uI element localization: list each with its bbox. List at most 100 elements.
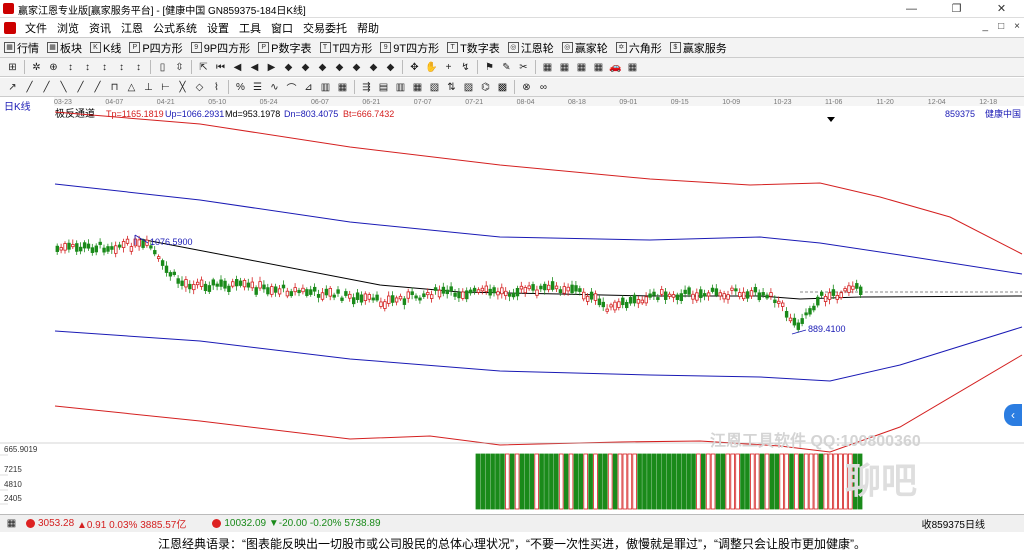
menu-browse[interactable]: 浏览 <box>52 20 84 36</box>
draw-tool-8-icon[interactable]: ⊥ <box>142 81 155 94</box>
draw-tool-21-icon[interactable]: ▤ <box>377 81 390 94</box>
draw-tool-28-icon[interactable]: ▩ <box>496 81 509 94</box>
maximize-button[interactable]: ❐ <box>934 0 979 17</box>
chart-tool-27-icon[interactable]: ✎ <box>500 61 513 74</box>
market-index-1[interactable]: 3053.28 ▲0.91 0.03% 3885.57亿 <box>23 516 189 531</box>
menu-tools[interactable]: 工具 <box>234 20 266 36</box>
chart-tool-21-icon[interactable]: ◆ <box>384 61 397 74</box>
draw-tool-27-icon[interactable]: ⌬ <box>479 81 492 94</box>
chart-tool-7-icon[interactable]: ↕ <box>132 61 145 74</box>
market-index-2[interactable]: 10032.09 ▼-20.00 -0.20% 5738.89 <box>209 518 383 529</box>
chart-tool-31-icon[interactable]: ▦ <box>575 61 588 74</box>
toolbar-9p-square-button[interactable]: 9 9P四方形 <box>187 40 254 56</box>
chart-tool-4-icon[interactable]: ↕ <box>81 61 94 74</box>
draw-tool-30-icon[interactable]: ∞ <box>537 81 550 94</box>
toolbar-t-square-button[interactable]: T T四方形 <box>316 40 377 56</box>
chart-tool-23-icon[interactable]: ✋ <box>425 61 438 74</box>
toolbar-kline-button[interactable]: K K线 <box>86 40 125 56</box>
chart-tool-34-icon[interactable]: ▦ <box>626 61 639 74</box>
chart-tool-11-icon[interactable]: ⏮ <box>214 61 227 74</box>
draw-tool-23-icon[interactable]: ▦ <box>411 81 424 94</box>
chart-tool-6-icon[interactable]: ↕ <box>115 61 128 74</box>
menu-window[interactable]: 窗口 <box>266 20 298 36</box>
chart-tool-25-icon[interactable]: ↯ <box>459 61 472 74</box>
chart-tool-19-icon[interactable]: ◆ <box>350 61 363 74</box>
toolbar-service-button[interactable]: $ 赢家服务 <box>666 40 731 56</box>
draw-tool-2-icon[interactable]: ╱ <box>40 81 53 94</box>
chart-tool-8-icon[interactable]: ▯ <box>156 61 169 74</box>
chart-tool-24-icon[interactable]: + <box>442 61 455 74</box>
menu-formula[interactable]: 公式系统 <box>148 20 202 36</box>
chart-tool-3-icon[interactable]: ↕ <box>64 61 77 74</box>
menu-settings[interactable]: 设置 <box>202 20 234 36</box>
chart-tool-1-icon[interactable]: ✲ <box>30 61 43 74</box>
menu-file[interactable]: 文件 <box>20 20 52 36</box>
menu-help[interactable]: 帮助 <box>352 20 384 36</box>
draw-tool-25-icon[interactable]: ⇅ <box>445 81 458 94</box>
toolbar-winner-wheel-button[interactable]: ◎ 赢家轮 <box>558 40 612 56</box>
chart-tool-15-icon[interactable]: ◆ <box>282 61 295 74</box>
draw-tool-11-icon[interactable]: ◇ <box>193 81 206 94</box>
draw-tool-3-icon[interactable]: ╲ <box>57 81 70 94</box>
chart-tool-26-icon[interactable]: ⚑ <box>483 61 496 74</box>
toolbar-p-table-button[interactable]: P P数字表 <box>254 40 315 56</box>
chart-tool-28-icon[interactable]: ✂ <box>517 61 530 74</box>
chart-tool-2-icon[interactable]: ⊕ <box>47 61 60 74</box>
side-expand-button[interactable]: ‹ <box>1004 404 1022 426</box>
toolbar-hexagon-button[interactable]: ✡ 六角形 <box>612 40 666 56</box>
draw-tool-14-icon[interactable]: ☰ <box>251 81 264 94</box>
draw-tool-24-icon[interactable]: ▧ <box>428 81 441 94</box>
chart-tool-22-icon[interactable]: ✥ <box>408 61 421 74</box>
chart-tool-30-icon[interactable]: ▦ <box>558 61 571 74</box>
draw-tool-0-icon[interactable]: ↗ <box>6 81 19 94</box>
draw-tool-6-icon[interactable]: ⊓ <box>108 81 121 94</box>
chart-tool-32-icon[interactable]: ▦ <box>592 61 605 74</box>
chart-tool-14-icon[interactable]: ▶ <box>265 61 278 74</box>
toolbar-9t-square-button[interactable]: 9 9T四方形 <box>376 40 443 56</box>
chart-tool-12-icon[interactable]: ◀ <box>231 61 244 74</box>
chart-tool-10-icon[interactable]: ⇱ <box>197 61 210 74</box>
toolbar-t-table-button[interactable]: T T数字表 <box>443 40 504 56</box>
draw-tool-15-icon[interactable]: ∿ <box>268 81 281 94</box>
toolbar-sector-button[interactable]: ▦ 板块 <box>43 40 86 56</box>
chart-tool-13-icon[interactable]: ◀ <box>248 61 261 74</box>
chart-tool-5-icon[interactable]: ↕ <box>98 61 111 74</box>
status-menu-button[interactable]: ▦ <box>0 517 23 530</box>
draw-tool-1-icon[interactable]: ╱ <box>23 81 36 94</box>
chart-tool-20-icon[interactable]: ◆ <box>367 61 380 74</box>
toolbar-p-square-button[interactable]: P P四方形 <box>125 40 186 56</box>
draw-tool-22-icon[interactable]: ▥ <box>394 81 407 94</box>
toolbar-quotes-button[interactable]: ▦ 行情 <box>0 40 43 56</box>
chart-tool-33-icon[interactable]: 🚗 <box>609 61 622 74</box>
draw-tool-26-icon[interactable]: ▨ <box>462 81 475 94</box>
menu-gann[interactable]: 江恩 <box>116 20 148 36</box>
menu-news[interactable]: 资讯 <box>84 20 116 36</box>
draw-tool-20-icon[interactable]: ⇶ <box>360 81 373 94</box>
draw-tool-4-icon[interactable]: ╱ <box>74 81 87 94</box>
draw-tool-10-icon[interactable]: ╳ <box>176 81 189 94</box>
draw-tool-7-icon[interactable]: △ <box>125 81 138 94</box>
draw-tool-12-icon[interactable]: ⌇ <box>210 81 223 94</box>
chart-tool-17-icon[interactable]: ◆ <box>316 61 329 74</box>
minimize-button[interactable]: — <box>889 0 934 17</box>
menu-trade[interactable]: 交易委托 <box>298 20 352 36</box>
candle-body <box>270 286 274 295</box>
chart-tool-9-icon[interactable]: ⇳ <box>173 61 186 74</box>
chart-tool-0-icon[interactable]: ⊞ <box>6 61 19 74</box>
draw-tool-5-icon[interactable]: ╱ <box>91 81 104 94</box>
draw-tool-13-icon[interactable]: % <box>234 81 247 94</box>
draw-tool-16-icon[interactable]: ⌒ <box>285 81 298 95</box>
chart-tool-18-icon[interactable]: ◆ <box>333 61 346 74</box>
toolbar-gann-wheel-button[interactable]: ◎ 江恩轮 <box>504 40 558 56</box>
draw-tool-29-icon[interactable]: ⊗ <box>520 81 533 94</box>
chart-tool-16-icon[interactable]: ◆ <box>299 61 312 74</box>
mdi-close-button[interactable]: × <box>1014 21 1020 32</box>
mdi-minimize-button[interactable]: _ <box>983 21 989 32</box>
mdi-restore-button[interactable]: □ <box>998 21 1004 32</box>
draw-tool-19-icon[interactable]: ▦ <box>336 81 349 94</box>
close-button[interactable]: ✕ <box>979 0 1024 17</box>
chart-tool-29-icon[interactable]: ▦ <box>541 61 554 74</box>
draw-tool-18-icon[interactable]: ▥ <box>319 81 332 94</box>
draw-tool-17-icon[interactable]: ⊿ <box>302 81 315 94</box>
draw-tool-9-icon[interactable]: ⊢ <box>159 81 172 94</box>
